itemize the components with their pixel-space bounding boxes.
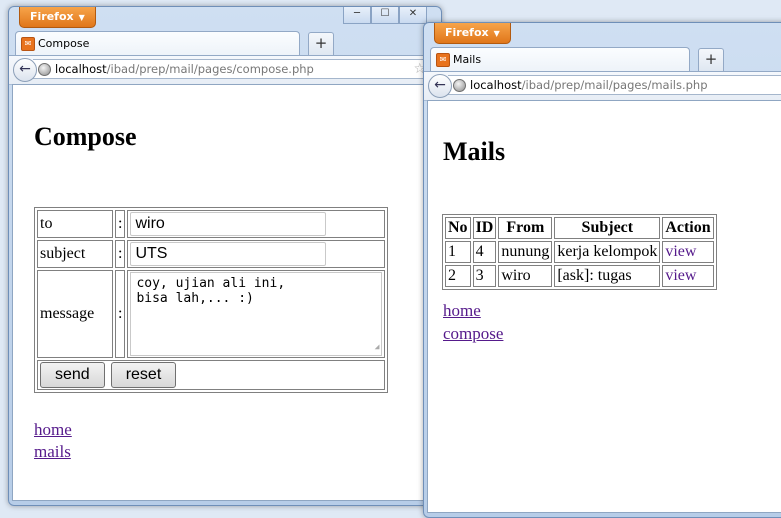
colon-separator: : <box>115 210 126 238</box>
colon-separator: : <box>115 270 126 358</box>
back-button[interactable]: ← <box>13 58 37 82</box>
home-link[interactable]: home <box>443 301 481 321</box>
header-row: No ID From Subject Action <box>445 217 714 239</box>
page-title: Compose <box>34 122 137 151</box>
firefox-menu-button[interactable]: Firefox ▼ <box>19 7 96 28</box>
cell-no: 1 <box>445 241 471 263</box>
navigation-toolbar: localhost/ibad/prep/mail/pages/compose.p… <box>9 55 441 85</box>
buttons-cell: send reset <box>37 360 386 390</box>
cell-action: view <box>662 241 714 263</box>
cell-id: 4 <box>472 241 497 263</box>
to-label: to <box>37 210 113 238</box>
tab-title: Mails <box>453 53 482 66</box>
to-input[interactable]: wiro <box>130 212 327 236</box>
cell-id: 3 <box>472 265 497 287</box>
mail-favicon-icon: ✉ <box>21 37 35 51</box>
cell-subject: [ask]: tugas <box>554 265 661 287</box>
subject-row: subject : UTS <box>37 240 386 268</box>
tab-title: Compose <box>38 37 90 50</box>
back-arrow-icon: ← <box>434 77 446 93</box>
cell-no: 2 <box>445 265 471 287</box>
compose-browser-window: Firefox ▼ ─ ☐ ✕ ✉ Compose + localhost/iba… <box>8 6 442 506</box>
cell-from: wiro <box>498 265 553 287</box>
mails-table: No ID From Subject Action 1 4 nunung ker… <box>442 214 717 290</box>
compose-form: to : wiro subject : UTS message : coy, u… <box>34 207 389 393</box>
table-row: 1 4 nunung kerja kelompok view <box>445 241 714 263</box>
subject-label: subject <box>37 240 113 268</box>
new-tab-button[interactable]: + <box>698 48 724 71</box>
minimize-icon[interactable]: ─ <box>343 7 371 24</box>
url-host: localhost <box>470 78 522 92</box>
dropdown-caret-icon: ▼ <box>493 29 500 38</box>
url-path: /ibad/prep/mail/pages/mails.php <box>521 78 708 92</box>
firefox-menu-label: Firefox <box>445 26 489 39</box>
url-host: localhost <box>55 62 107 76</box>
subject-cell: UTS <box>127 240 386 268</box>
title-bar: Firefox ▼ <box>424 23 781 45</box>
mail-favicon-icon: ✉ <box>436 53 450 67</box>
view-link[interactable]: view <box>665 267 696 284</box>
tab-strip: ✉ Compose + <box>9 29 441 55</box>
new-tab-button[interactable]: + <box>308 32 334 55</box>
url-bar[interactable]: localhost/ibad/prep/mail/pages/mails.php <box>448 75 781 95</box>
message-row: message : coy, ujian ali ini, bisa lah,.… <box>37 270 386 358</box>
message-text: coy, ujian ali ini, bisa lah,... :) <box>136 276 286 306</box>
globe-icon <box>453 79 466 92</box>
cell-action: view <box>662 265 714 287</box>
dropdown-caret-icon: ▼ <box>78 13 85 22</box>
title-bar: Firefox ▼ ─ ☐ ✕ <box>9 7 441 29</box>
cell-from: nunung <box>498 241 553 263</box>
to-row: to : wiro <box>37 210 386 238</box>
column-header-no: No <box>445 217 471 239</box>
url-bar[interactable]: localhost/ibad/prep/mail/pages/compose.p… <box>33 59 433 79</box>
reset-button[interactable]: reset <box>110 362 177 388</box>
message-textarea[interactable]: coy, ujian ali ini, bisa lah,... :) ◢ <box>130 272 383 356</box>
to-cell: wiro <box>127 210 386 238</box>
back-button[interactable]: ← <box>428 74 452 98</box>
url-path: /ibad/prep/mail/pages/compose.php <box>106 62 314 76</box>
compose-link[interactable]: compose <box>443 324 503 344</box>
column-header-subject: Subject <box>554 217 661 239</box>
mails-browser-window: Firefox ▼ ✉ Mails + localhost/ibad/prep/m… <box>423 22 781 518</box>
column-header-from: From <box>498 217 553 239</box>
column-header-action: Action <box>662 217 714 239</box>
compose-page: Compose to : wiro subject : UTS message … <box>12 84 438 501</box>
colon-separator: : <box>115 240 126 268</box>
tab-compose[interactable]: ✉ Compose <box>15 31 300 55</box>
view-link[interactable]: view <box>665 243 696 260</box>
mails-link[interactable]: mails <box>34 442 71 462</box>
maximize-icon[interactable]: ☐ <box>371 7 399 24</box>
back-arrow-icon: ← <box>19 61 31 77</box>
send-button[interactable]: send <box>40 362 105 388</box>
message-cell: coy, ujian ali ini, bisa lah,... :) ◢ <box>127 270 386 358</box>
globe-icon <box>38 63 51 76</box>
home-link[interactable]: home <box>34 420 72 440</box>
message-label: message <box>37 270 113 358</box>
cell-subject: kerja kelompok <box>554 241 661 263</box>
close-icon[interactable]: ✕ <box>399 7 427 24</box>
tab-mails[interactable]: ✉ Mails <box>430 47 690 71</box>
page-title: Mails <box>443 137 506 166</box>
tab-strip: ✉ Mails + <box>424 45 781 71</box>
resize-grip-icon[interactable]: ◢ <box>375 339 380 354</box>
buttons-row: send reset <box>37 360 386 390</box>
navigation-toolbar: localhost/ibad/prep/mail/pages/mails.php… <box>424 71 781 101</box>
window-controls: ─ ☐ ✕ <box>343 7 427 24</box>
firefox-menu-label: Firefox <box>30 10 74 23</box>
column-header-id: ID <box>472 217 497 239</box>
subject-input[interactable]: UTS <box>130 242 327 266</box>
table-row: 2 3 wiro [ask]: tugas view <box>445 265 714 287</box>
mails-page: Mails No ID From Subject Action 1 4 nunu… <box>427 100 781 513</box>
firefox-menu-button[interactable]: Firefox ▼ <box>434 23 511 44</box>
